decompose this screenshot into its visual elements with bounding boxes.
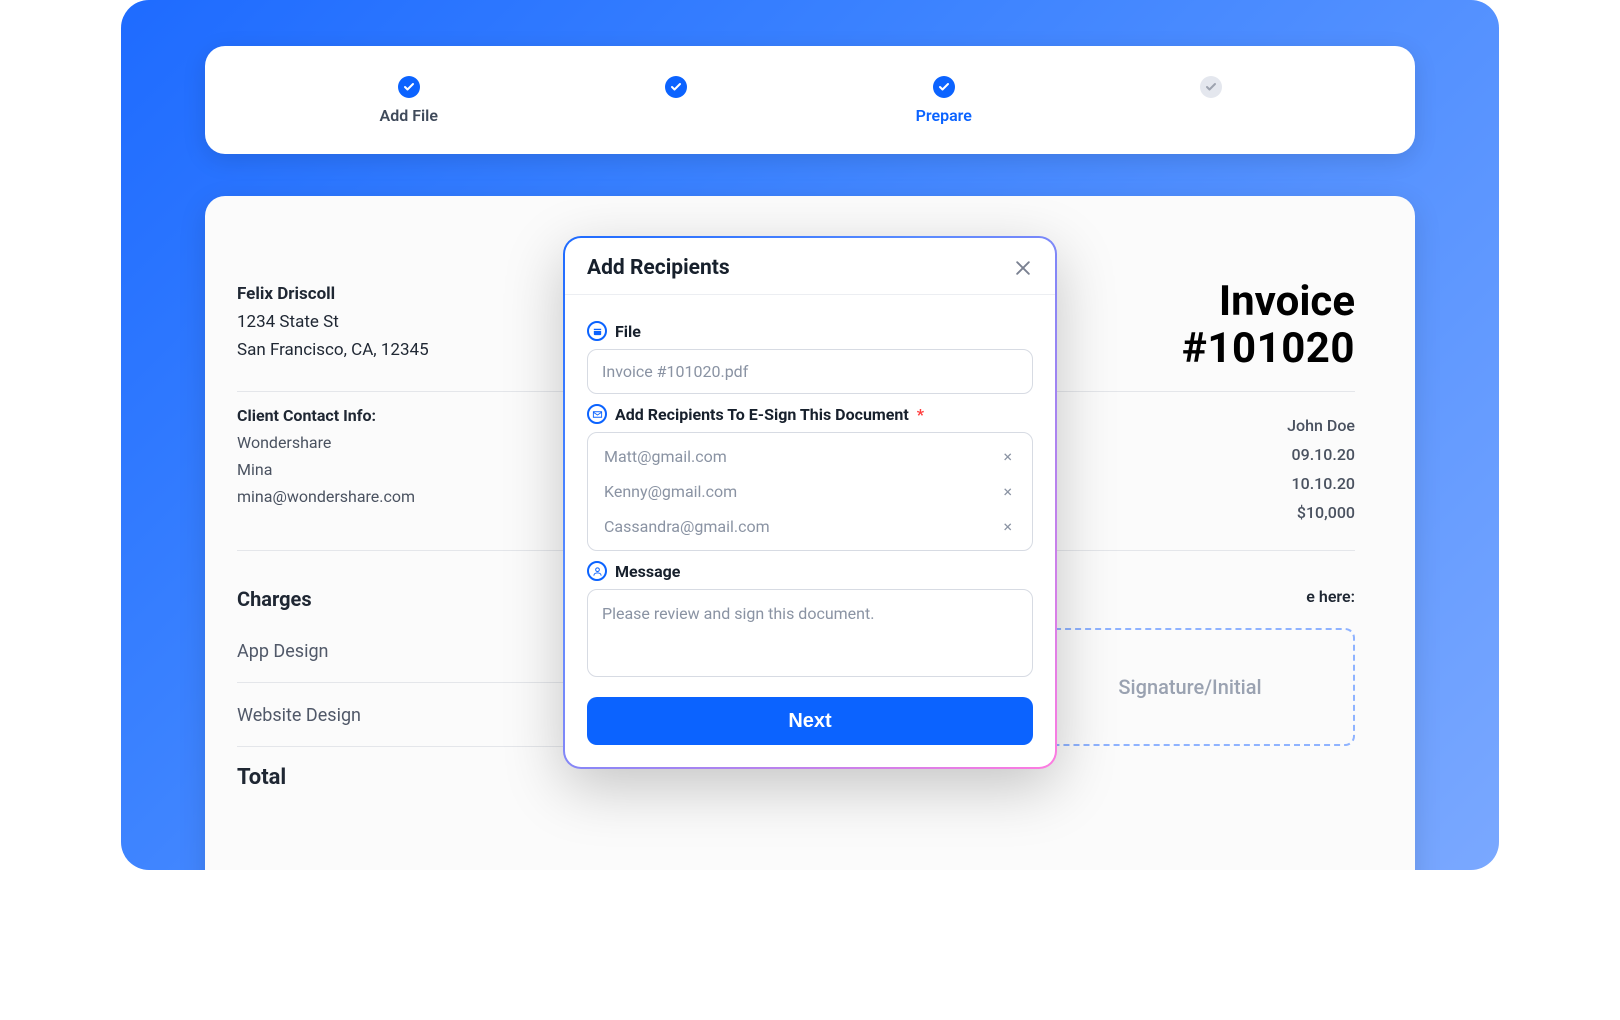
step-label: Add File: [380, 106, 438, 125]
file-input[interactable]: Invoice #101020.pdf: [587, 349, 1033, 394]
sender-address-2: San Francisco, CA, 12345: [237, 336, 429, 364]
recipients-list[interactable]: Matt@gmail.com × Kenny@gmail.com × Cassa…: [587, 432, 1033, 551]
recipients-field-label: Add Recipients To E-Sign This Document*: [587, 404, 1033, 424]
sender-block: Felix Driscoll 1234 State St San Francis…: [237, 280, 429, 373]
step-4[interactable]: .: [1078, 76, 1346, 125]
required-star: *: [917, 405, 924, 424]
remove-recipient-icon[interactable]: ×: [999, 482, 1016, 501]
remove-recipient-icon[interactable]: ×: [999, 517, 1016, 536]
file-icon: [587, 321, 607, 341]
file-field-label: File: [587, 321, 1033, 341]
step-prepare[interactable]: Prepare: [810, 76, 1078, 125]
recipient-row: Kenny@gmail.com ×: [588, 474, 1032, 509]
recipient-row: Matt@gmail.com ×: [588, 439, 1032, 474]
modal-title: Add Recipients: [587, 256, 730, 280]
sender-name: Felix Driscoll: [237, 280, 429, 308]
next-button[interactable]: Next: [587, 697, 1033, 745]
check-icon: [665, 76, 687, 98]
mail-icon: [587, 404, 607, 424]
remove-recipient-icon[interactable]: ×: [999, 447, 1016, 466]
client-company: Wondershare: [237, 433, 597, 452]
step-label: Prepare: [916, 106, 972, 125]
invoice-title-block: Invoice #101020: [1182, 280, 1355, 373]
client-contact-block: Client Contact Info: Wondershare Mina mi…: [237, 406, 597, 532]
check-icon: [398, 76, 420, 98]
close-icon[interactable]: [1013, 258, 1033, 278]
message-field-label: Message: [587, 561, 1033, 581]
step-add-file[interactable]: Add File: [275, 76, 543, 125]
user-icon: [587, 561, 607, 581]
client-name: Mina: [237, 460, 597, 479]
check-icon: [933, 76, 955, 98]
signature-field[interactable]: Signature/Initial: [1025, 628, 1355, 746]
check-icon: [1200, 76, 1222, 98]
invoice-title: Invoice: [1182, 280, 1355, 324]
app-canvas: Add File . Prepare .: [121, 0, 1499, 870]
recipient-email: Matt@gmail.com: [604, 447, 727, 466]
client-contact-header: Client Contact Info:: [237, 406, 597, 425]
recipient-row: Cassandra@gmail.com ×: [588, 509, 1032, 544]
recipient-email: Kenny@gmail.com: [604, 482, 737, 501]
sender-address-1: 1234 State St: [237, 308, 429, 336]
client-email: mina@wondershare.com: [237, 487, 597, 506]
step-2[interactable]: .: [543, 76, 811, 125]
invoice-number: #101020: [1182, 324, 1355, 373]
add-recipients-modal: Add Recipients File Invoice #101020.pd: [563, 236, 1057, 769]
message-input[interactable]: [587, 589, 1033, 677]
recipient-email: Cassandra@gmail.com: [604, 517, 770, 536]
progress-stepper: Add File . Prepare .: [205, 46, 1415, 154]
signature-placeholder: Signature/Initial: [1118, 675, 1261, 699]
